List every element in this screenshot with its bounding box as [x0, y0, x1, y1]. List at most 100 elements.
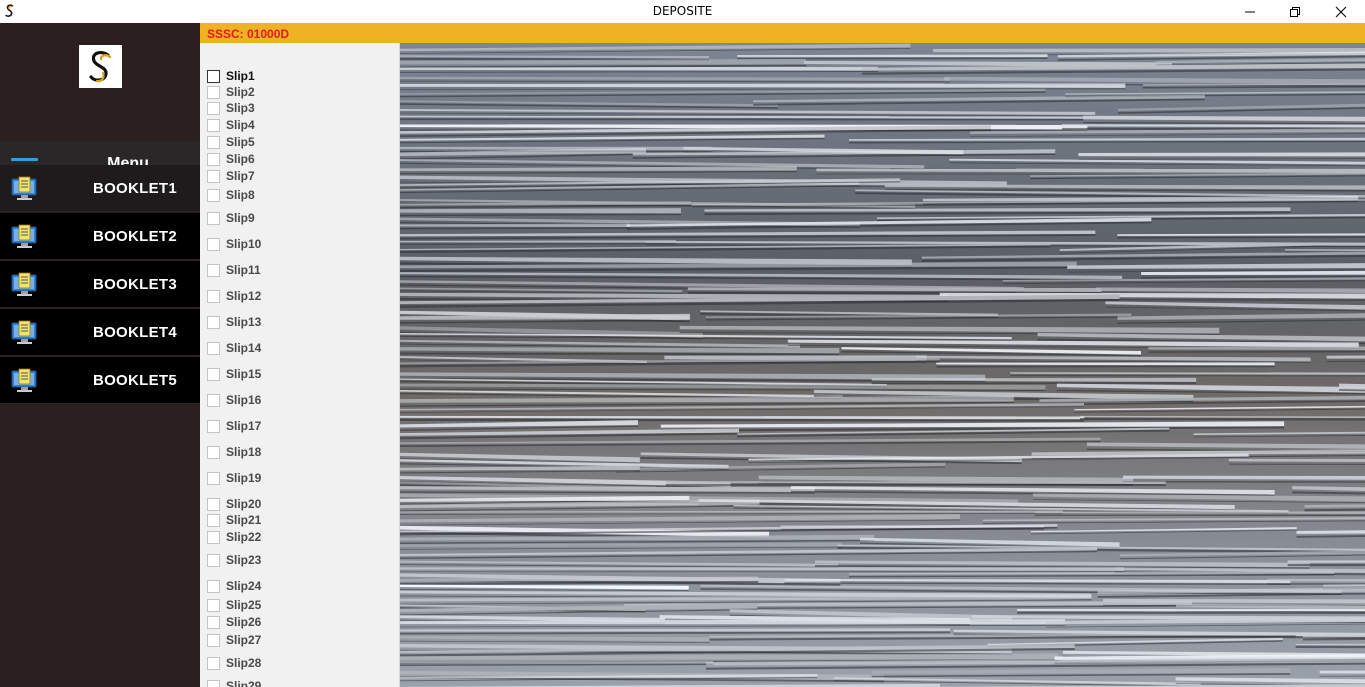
slip-checkbox-15[interactable]: Slip15	[207, 366, 261, 382]
booklet-label: BOOKLET5	[92, 372, 178, 389]
computer-document-icon	[11, 272, 37, 296]
checkbox[interactable]	[207, 553, 220, 567]
slip-checkbox-9[interactable]: Slip9	[207, 210, 255, 226]
slip-checkbox-14[interactable]: Slip14	[207, 340, 261, 356]
checkbox[interactable]	[207, 445, 220, 459]
checkbox[interactable]	[207, 188, 220, 202]
sidebar-item-booklet2[interactable]: BOOKLET2	[0, 213, 200, 260]
computer-document-icon	[11, 320, 37, 344]
checkbox[interactable]	[207, 513, 220, 527]
checkbox[interactable]	[207, 633, 220, 647]
checkbox[interactable]	[207, 101, 220, 115]
checkbox[interactable]	[207, 237, 220, 251]
slip-checkbox-12[interactable]: Slip12	[207, 288, 261, 304]
slip-checkbox-28[interactable]: Slip28	[207, 655, 261, 671]
checkbox[interactable]	[207, 367, 220, 381]
checkbox[interactable]	[207, 598, 220, 612]
title-bar: DEPOSITE	[0, 0, 1365, 23]
slip-checkbox-25[interactable]: Slip25	[207, 597, 261, 613]
slip-checkbox-3[interactable]: Slip3	[207, 100, 255, 116]
checkbox[interactable]	[207, 169, 220, 183]
logo-s-icon	[89, 50, 112, 83]
slip-checkbox-26[interactable]: Slip26	[207, 614, 261, 630]
close-button[interactable]	[1318, 0, 1364, 23]
slip-checkbox-1[interactable]: Slip1	[207, 68, 255, 84]
restore-icon	[1290, 6, 1300, 17]
booklet-label: BOOKLET4	[92, 324, 178, 341]
sidebar-item-booklet3[interactable]: BOOKLET3	[0, 261, 200, 308]
slip-label: Slip1	[226, 69, 255, 83]
minimize-button[interactable]	[1227, 0, 1273, 23]
checkbox[interactable]	[207, 497, 220, 511]
checkbox[interactable]	[207, 152, 220, 166]
sidebar-item-booklet5[interactable]: BOOKLET5	[0, 357, 200, 404]
slip-label: Slip4	[226, 118, 255, 132]
slip-checkbox-19[interactable]: Slip19	[207, 470, 261, 486]
checkbox[interactable]	[207, 579, 220, 593]
checkbox[interactable]	[207, 471, 220, 485]
sidebar-item-booklet1[interactable]: BOOKLET1	[0, 165, 200, 212]
slip-checkbox-24[interactable]: Slip24	[207, 578, 261, 594]
slip-label: Slip29	[226, 679, 262, 687]
slip-checkbox-29[interactable]: Slip29	[207, 678, 261, 687]
slip-checkbox-16[interactable]: Slip16	[207, 392, 261, 408]
checkbox[interactable]	[207, 419, 220, 433]
slip-label: Slip20	[226, 497, 262, 511]
company-logo	[79, 45, 122, 88]
slip-checkbox-6[interactable]: Slip6	[207, 151, 255, 167]
checkbox[interactable]	[207, 393, 220, 407]
checkbox[interactable]	[207, 679, 220, 687]
checkbox[interactable]	[207, 289, 220, 303]
slip-label: Slip27	[226, 633, 262, 647]
slip-checkbox-27[interactable]: Slip27	[207, 632, 261, 648]
computer-document-icon	[11, 176, 37, 200]
slip-label: Slip10	[226, 237, 262, 251]
slip-label: Slip3	[226, 101, 255, 115]
slip-label: Slip13	[226, 315, 262, 329]
checkbox[interactable]	[207, 135, 220, 149]
checkbox[interactable]	[207, 118, 220, 132]
booklet-label: BOOKLET1	[92, 180, 178, 197]
slip-checkbox-22[interactable]: Slip22	[207, 529, 261, 545]
checkbox[interactable]	[207, 615, 220, 629]
checkbox[interactable]	[207, 69, 220, 83]
slip-label: Slip6	[226, 152, 255, 166]
slip-label: Slip7	[226, 169, 255, 183]
slip-checkbox-17[interactable]: Slip17	[207, 418, 261, 434]
slip-checkbox-20[interactable]: Slip20	[207, 496, 261, 512]
slip-checkbox-10[interactable]: Slip10	[207, 236, 261, 252]
checkbox[interactable]	[207, 263, 220, 277]
slip-checkbox-11[interactable]: Slip11	[207, 262, 261, 278]
slip-checkbox-13[interactable]: Slip13	[207, 314, 261, 330]
slip-label: Slip12	[226, 289, 262, 303]
sssc-header-bar: SSSC: 01000D	[200, 23, 1365, 43]
computer-document-icon	[11, 224, 37, 248]
close-icon	[1335, 6, 1347, 17]
computer-document-icon	[11, 368, 37, 392]
slip-label: Slip24	[226, 579, 262, 593]
minimize-icon	[1245, 11, 1255, 12]
slip-label: Slip21	[226, 513, 262, 527]
sidebar-item-booklet4[interactable]: BOOKLET4	[0, 309, 200, 356]
checkbox[interactable]	[207, 530, 220, 544]
slip-checkbox-5[interactable]: Slip5	[207, 134, 255, 150]
slip-checkbox-4[interactable]: Slip4	[207, 117, 255, 133]
checkbox[interactable]	[207, 85, 220, 99]
slip-label: Slip8	[226, 188, 255, 202]
slip-label: Slip5	[226, 135, 255, 149]
slip-checkbox-18[interactable]: Slip18	[207, 444, 261, 460]
checkbox[interactable]	[207, 656, 220, 670]
slip-label: Slip17	[226, 419, 262, 433]
slip-label: Slip11	[226, 263, 261, 277]
slip-checkbox-8[interactable]: Slip8	[207, 187, 255, 203]
slip-checkbox-21[interactable]: Slip21	[207, 512, 261, 528]
sssc-code: SSSC: 01000D	[207, 27, 290, 41]
checkbox[interactable]	[207, 315, 220, 329]
slip-checkbox-7[interactable]: Slip7	[207, 168, 255, 184]
slip-checkbox-23[interactable]: Slip23	[207, 552, 261, 568]
slip-checkbox-2[interactable]: Slip2	[207, 84, 255, 100]
checkbox[interactable]	[207, 341, 220, 355]
restore-button[interactable]	[1272, 0, 1318, 23]
slip-label: Slip25	[226, 598, 262, 612]
checkbox[interactable]	[207, 211, 220, 225]
